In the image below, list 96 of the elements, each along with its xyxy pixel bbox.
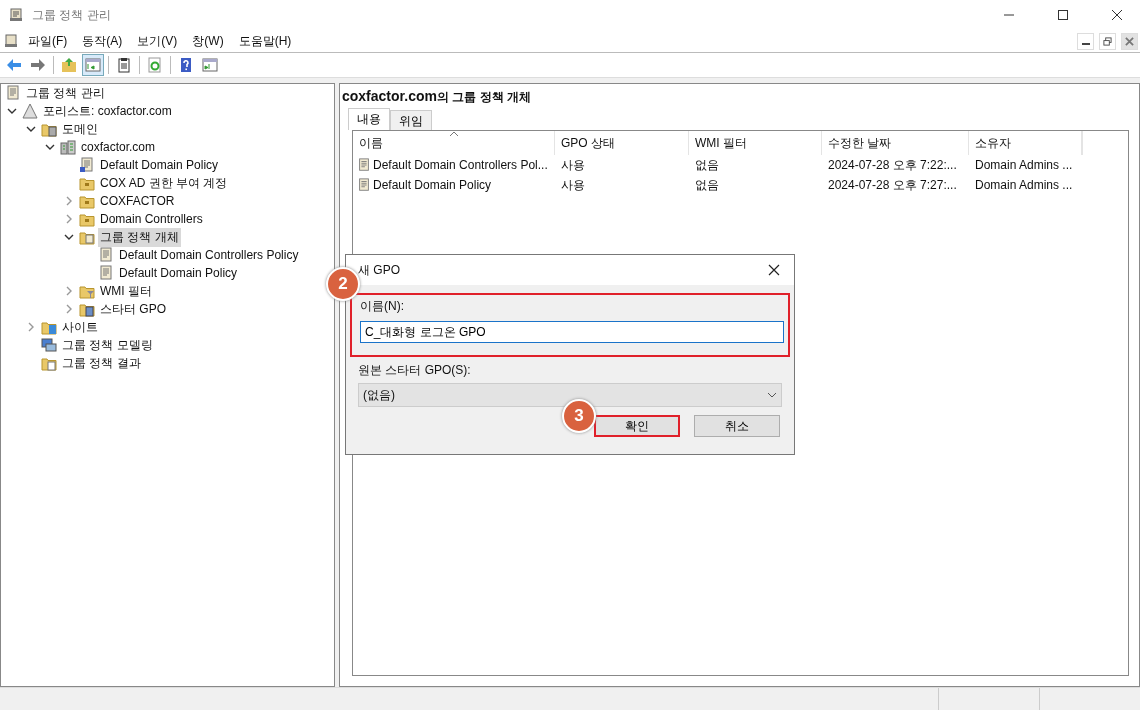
menu-item[interactable]: 보기(V) [131, 32, 184, 50]
console-icon [8, 7, 24, 23]
starter-gpo-dropdown[interactable]: (없음) [358, 383, 782, 407]
back-arrow-icon [6, 57, 22, 73]
expanded-chevron-icon[interactable] [64, 232, 74, 242]
ok-button[interactable]: 확인 [594, 415, 680, 437]
tree-item[interactable]: 그룹 정책 개체 [98, 227, 181, 247]
maximize-icon [1058, 10, 1068, 20]
tree-item[interactable]: Default Domain Controllers Policy [117, 247, 301, 263]
window-pane-icon [202, 57, 218, 73]
tree-item[interactable]: 그룹 정책 모델링 [60, 335, 155, 355]
tree-item[interactable]: COX AD 권한 부여 계정 [98, 173, 230, 193]
close-icon [768, 264, 780, 276]
table-cell[interactable]: Default Domain Policy [373, 178, 492, 192]
tree-item[interactable]: Default Domain Policy [98, 157, 221, 173]
column-header[interactable]: WMI 필터 [689, 131, 822, 155]
tree-item[interactable]: 사이트 [60, 317, 100, 337]
field-label: 원본 스타터 GPO(S): [358, 362, 472, 379]
refresh-icon [147, 57, 163, 73]
table-cell: Domain Admins ... [975, 178, 1073, 192]
tree-item[interactable]: 그룹 정책 결과 [60, 353, 143, 373]
collapsed-chevron-icon[interactable] [64, 304, 74, 314]
menu-item[interactable]: 파일(F) [22, 32, 74, 50]
dialog-title: 새 GPO [358, 261, 400, 279]
tab[interactable]: 위임 [390, 110, 432, 130]
tree-item[interactable]: coxfactor.com [79, 139, 158, 155]
collapsed-chevron-icon[interactable] [64, 214, 74, 224]
tree-item[interactable]: WMI 필터 [98, 281, 154, 301]
step-badge: 3 [562, 399, 596, 433]
column-header[interactable]: GPO 상태 [555, 131, 689, 155]
scroll-icon [357, 158, 371, 172]
forward-arrow-icon [30, 57, 46, 73]
folder-up-icon [61, 57, 77, 73]
table-cell: 사용 [561, 156, 585, 174]
clipboard-icon [116, 57, 132, 73]
folder-icon [79, 193, 95, 209]
restore-button[interactable] [1099, 32, 1116, 50]
close-icon [1112, 10, 1122, 20]
table-cell: 2024-07-28 오후 7:27:... [828, 176, 957, 194]
folder-icon [41, 121, 57, 137]
name-input[interactable]: C_대화형 로그온 GPO [360, 321, 784, 343]
table-cell: 2024-07-28 오후 7:22:... [828, 156, 957, 174]
expanded-chevron-icon[interactable] [45, 142, 55, 152]
tree-item[interactable]: Domain Controllers [98, 211, 205, 227]
expanded-chevron-icon[interactable] [7, 106, 17, 116]
tree-item[interactable]: 그룹 정책 관리 [24, 84, 107, 103]
help-icon [178, 57, 194, 73]
tab[interactable]: 내용 [348, 108, 390, 130]
folder-icon [41, 319, 57, 335]
tree-item[interactable]: 스타터 GPO [98, 299, 168, 319]
table-cell: 없음 [695, 156, 719, 174]
menu-item[interactable]: 창(W) [186, 32, 230, 50]
collapsed-chevron-icon[interactable] [64, 196, 74, 206]
folder-icon [79, 283, 95, 299]
pane-title: coxfactor.com의 그룹 정책 개체 [342, 88, 532, 106]
window-title: 그룹 정책 관리 [32, 6, 111, 24]
building-icon [60, 139, 76, 155]
collapsed-chevron-icon[interactable] [26, 322, 36, 332]
scroll-icon [357, 178, 371, 192]
minimize-button[interactable] [1077, 32, 1094, 50]
expanded-chevron-icon[interactable] [26, 124, 36, 134]
close-button[interactable] [1121, 32, 1138, 50]
column-header[interactable]: 이름 [353, 131, 555, 155]
scroll-icon [5, 85, 21, 101]
console-icon [3, 33, 19, 49]
menu-item[interactable]: 동작(A) [76, 32, 129, 50]
scroll-icon [79, 157, 95, 173]
table-cell: Domain Admins ... [975, 158, 1073, 172]
folder-icon [41, 355, 57, 371]
window-pane-icon [85, 57, 101, 73]
menu-item[interactable]: 도움말(H) [232, 32, 298, 50]
restore-icon [1103, 36, 1112, 46]
folder-icon [79, 229, 95, 245]
column-header[interactable]: 소유자 [969, 131, 1082, 155]
tree-item[interactable]: COXFACTOR [98, 193, 177, 209]
folder-icon [79, 211, 95, 227]
table-cell[interactable]: Default Domain Controllers Pol... [373, 158, 548, 172]
computer-icon [41, 337, 57, 353]
folder-icon [79, 301, 95, 317]
tree-item[interactable]: Default Domain Policy [117, 265, 240, 281]
tree-item[interactable]: 도메인 [60, 119, 100, 139]
column-header[interactable]: 수정한 날짜 [822, 131, 969, 155]
collapsed-chevron-icon[interactable] [64, 286, 74, 296]
folder-icon [79, 175, 95, 191]
cancel-button[interactable]: 취소 [694, 415, 780, 437]
close-icon [1125, 36, 1134, 46]
field-label: 이름(N): [360, 298, 405, 315]
scroll-icon [98, 265, 114, 281]
table-cell: 사용 [561, 176, 585, 194]
scroll-icon [98, 247, 114, 263]
minimize-icon [1081, 43, 1090, 45]
console-tree-button[interactable] [82, 54, 104, 76]
table-cell: 없음 [695, 176, 719, 194]
tree-item[interactable]: 포리스트: coxfactor.com [41, 101, 174, 121]
triangle-icon [22, 103, 38, 119]
chevron-down-icon [767, 392, 777, 398]
